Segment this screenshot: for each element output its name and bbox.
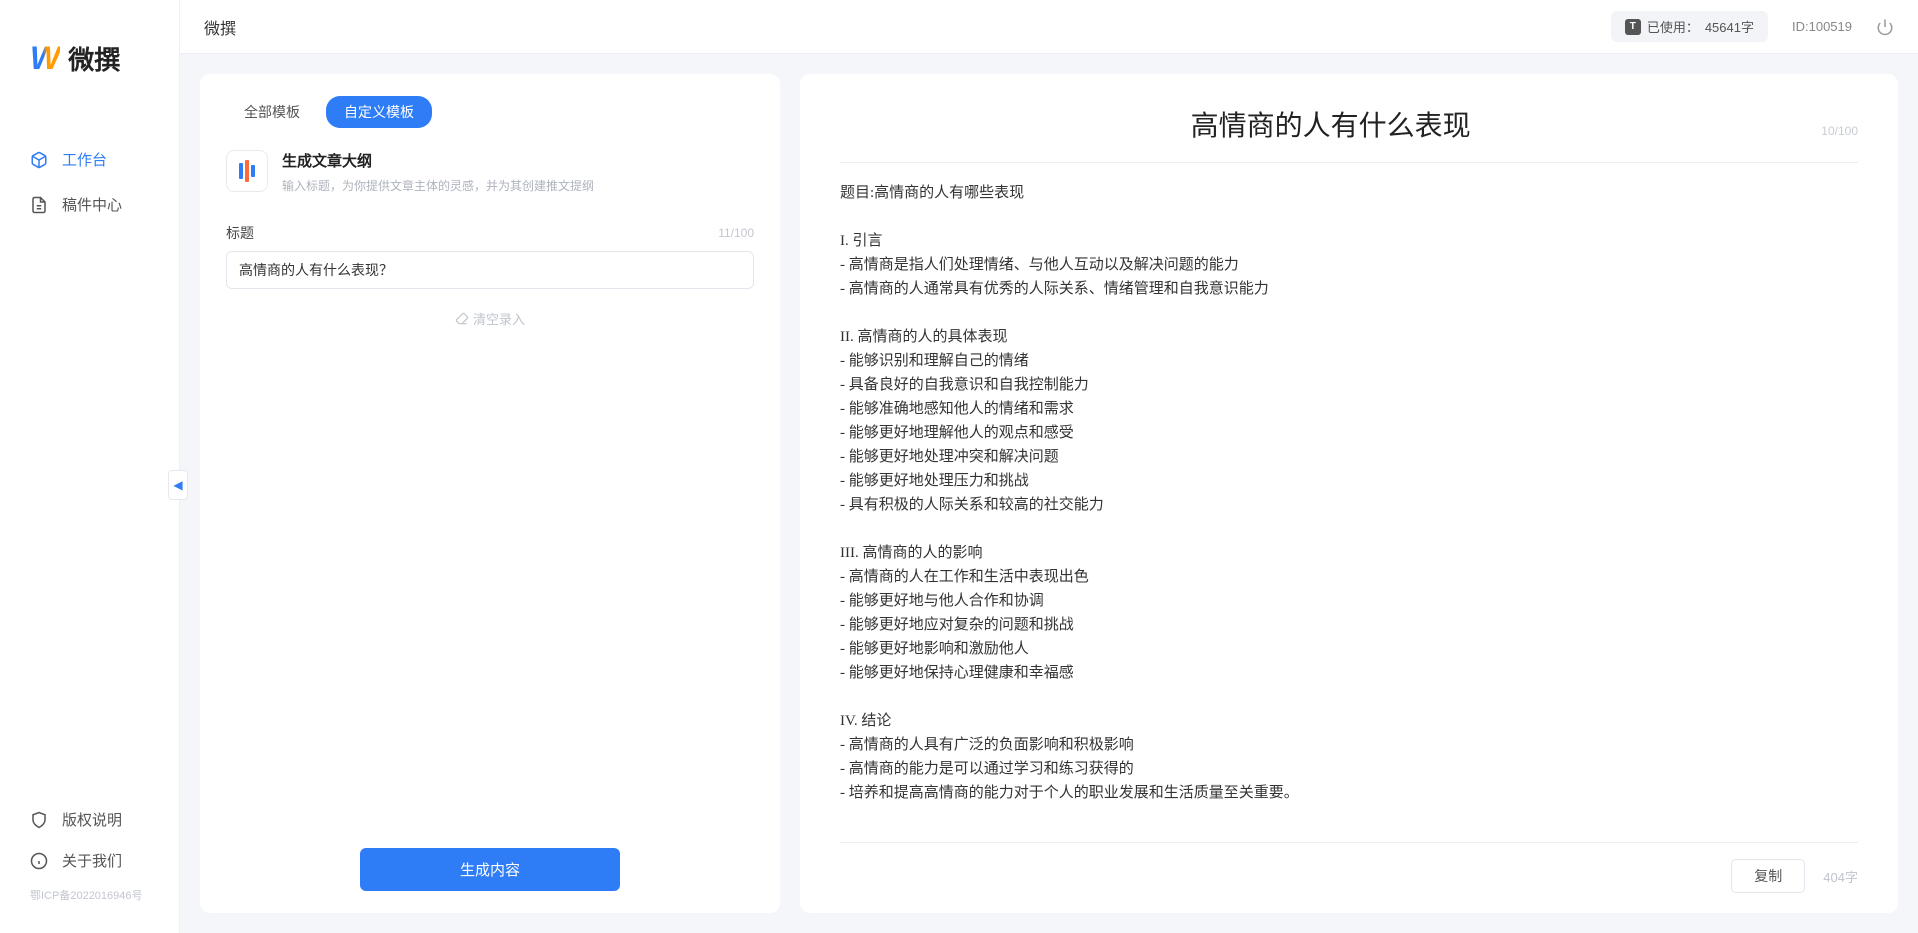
nav-drafts[interactable]: 稿件中心 <box>0 182 179 227</box>
brand-logo: W 微撰 <box>0 0 179 107</box>
topbar-right: T 已使用： 45641字 ID:100519 <box>1611 11 1894 42</box>
eraser-icon <box>455 312 469 326</box>
usage-label: 已使用： <box>1647 17 1699 36</box>
cube-icon <box>30 151 48 169</box>
usage-value: 45641字 <box>1705 17 1754 36</box>
template-desc: 输入标题，为你提供文章主体的灵感，并为其创建推文提纲 <box>282 177 594 195</box>
usage-pill[interactable]: T 已使用： 45641字 <box>1611 11 1768 42</box>
info-icon <box>30 852 48 870</box>
primary-nav: 工作台 稿件中心 <box>0 107 179 799</box>
breadcrumb: 微撰 <box>204 15 236 39</box>
power-icon[interactable] <box>1876 18 1894 36</box>
tab-all-templates[interactable]: 全部模板 <box>226 96 318 128</box>
title-input[interactable] <box>226 251 754 289</box>
input-panel: 全部模板 自定义模板 生成文章大纲 输入标题，为你提供文章主体的灵感，并为其创建… <box>200 74 780 913</box>
output-body[interactable]: 题目:高情商的人有哪些表现 I. 引言 - 高情商是指人们处理情绪、与他人互动以… <box>840 181 1858 822</box>
chevron-left-icon: ◀ <box>173 478 182 492</box>
nav-copyright[interactable]: 版权说明 <box>0 799 179 840</box>
nav-drafts-label: 稿件中心 <box>62 194 122 215</box>
output-panel: 高情商的人有什么表现 10/100 题目:高情商的人有哪些表现 I. 引言 - … <box>800 74 1898 913</box>
sidebar-collapse-handle[interactable]: ◀ <box>168 470 188 500</box>
title-char-count: 11/100 <box>718 226 754 240</box>
template-title: 生成文章大纲 <box>282 150 594 171</box>
template-card[interactable]: 生成文章大纲 输入标题，为你提供文章主体的灵感，并为其创建推文提纲 <box>226 150 754 195</box>
outline-template-icon <box>226 150 268 192</box>
sidebar-bottom: 版权说明 关于我们 鄂ICP备2022016946号 <box>0 799 179 933</box>
nav-about[interactable]: 关于我们 <box>0 840 179 881</box>
user-id: ID:100519 <box>1792 19 1852 34</box>
generate-button[interactable]: 生成内容 <box>360 848 620 891</box>
output-word-count: 404字 <box>1823 867 1858 886</box>
title-field-label: 标题 <box>226 223 254 243</box>
topbar: 微撰 T 已使用： 45641字 ID:100519 <box>180 0 1918 54</box>
brand-name: 微撰 <box>68 40 120 77</box>
content-area: 全部模板 自定义模板 生成文章大纲 输入标题，为你提供文章主体的灵感，并为其创建… <box>180 54 1918 933</box>
clear-input-button[interactable]: 清空录入 <box>226 309 754 328</box>
main-area: 微撰 T 已使用： 45641字 ID:100519 全部模板 自定义模板 <box>180 0 1918 933</box>
nav-workspace-label: 工作台 <box>62 149 107 170</box>
document-icon <box>30 196 48 214</box>
copy-button[interactable]: 复制 <box>1731 859 1805 893</box>
nav-copyright-label: 版权说明 <box>62 809 122 830</box>
shield-icon <box>30 811 48 829</box>
output-title[interactable]: 高情商的人有什么表现 <box>840 104 1821 144</box>
tab-custom-templates[interactable]: 自定义模板 <box>326 96 432 128</box>
icp-text: 鄂ICP备2022016946号 <box>0 881 179 913</box>
output-title-count: 10/100 <box>1821 124 1858 138</box>
template-tabs: 全部模板 自定义模板 <box>226 96 754 128</box>
sidebar: W 微撰 工作台 稿件中心 版权说明 关于我们 鄂ICP备2022016946号 <box>0 0 180 933</box>
text-t-icon: T <box>1625 19 1641 35</box>
nav-about-label: 关于我们 <box>62 850 122 871</box>
logo-w-icon: W <box>30 40 60 77</box>
nav-workspace[interactable]: 工作台 <box>0 137 179 182</box>
